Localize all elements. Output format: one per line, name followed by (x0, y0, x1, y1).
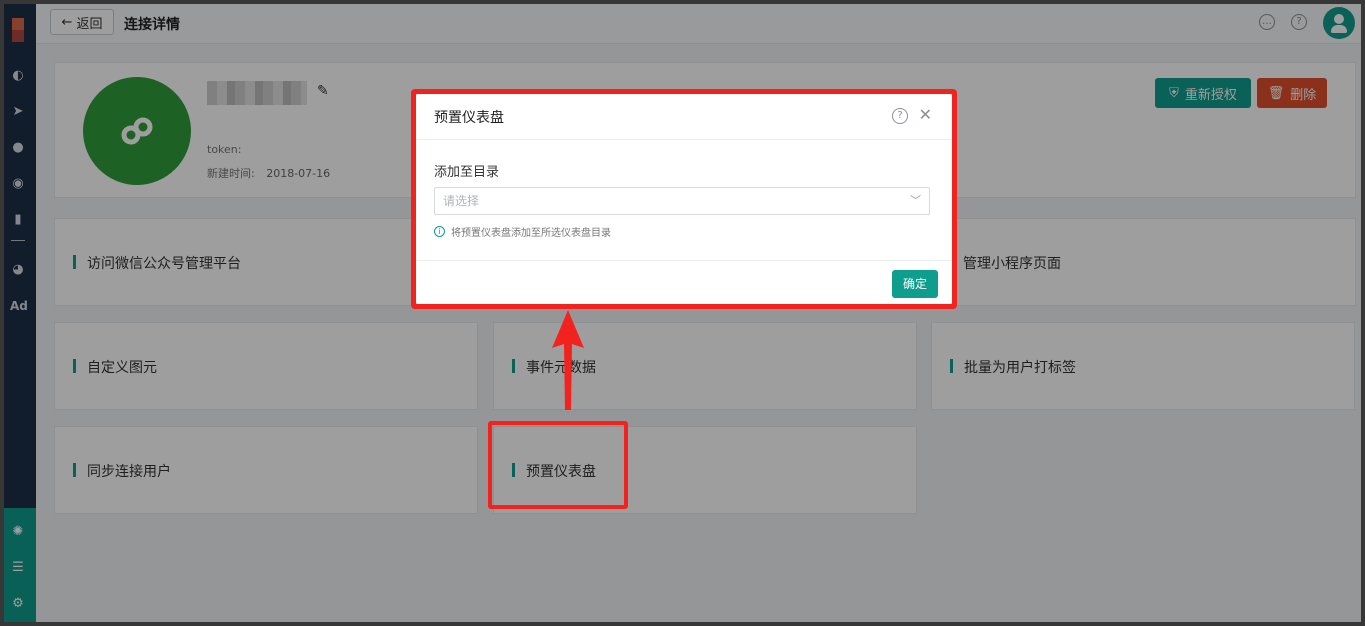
annotation-box-dialog (411, 89, 957, 309)
annotation-box-card (488, 421, 628, 509)
annotation-arrow (552, 310, 584, 410)
